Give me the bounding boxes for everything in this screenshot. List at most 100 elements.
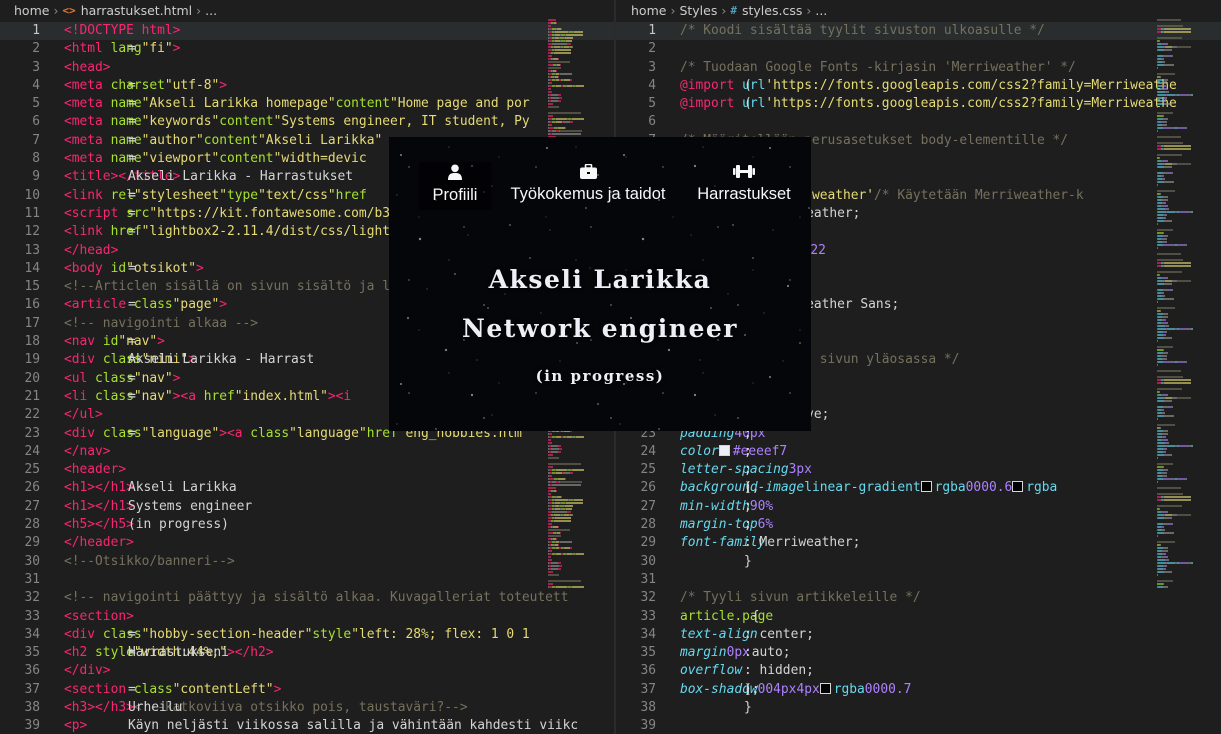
code-line[interactable]: 35 <h2 style = "width:44%;"> Harrastukseni <… [0,644,614,662]
color-swatch-icon[interactable] [1012,481,1024,493]
line-text[interactable]: </header> [64,534,134,552]
code-line[interactable]: 26 <h1> Akseli Larikka </h1> [0,479,614,497]
line-text[interactable]: min-width: 90%; [680,498,773,516]
code-line[interactable]: 4 <meta charset = "utf-8"> [0,77,614,95]
nav-item-harrastukset[interactable]: Harrastukset [691,162,797,204]
code-line[interactable]: 31 [616,571,1221,589]
code-line[interactable]: 30 <!--Otsikko/banneri--> [0,553,614,571]
code-line[interactable]: 32 <!-- navigointi päättyy ja sisältö alk… [0,589,614,607]
code-line[interactable]: 39 [616,717,1221,734]
breadcrumb-item-file[interactable]: # styles.css [730,0,802,22]
code-line[interactable]: 38 <h3> Urheilu </h3> <!--katkoviiva otsik… [0,699,614,717]
line-text[interactable]: <!-- navigointi päättyy ja sisältö alkaa… [64,589,568,607]
code-line[interactable]: 6 [616,113,1221,131]
nav-item-profiili[interactable]: Profiili [419,162,491,210]
code-line[interactable]: 5 @import url('https://fonts.googleapis.c… [616,95,1221,113]
line-text[interactable]: <div class = "nimi"> Akseli Larikka - Harra… [64,351,314,369]
code-line[interactable]: 28 <h5> (in progress) </h5> [0,516,614,534]
line-text[interactable]: </ul> [64,406,103,424]
line-text[interactable]: <h3> Urheilu </h3> <!--katkoviiva otsikko … [64,699,468,717]
line-text[interactable]: overflow: hidden; [680,662,814,680]
code-line[interactable]: 38} [616,699,1221,717]
code-line[interactable]: 32 /* Tyyli sivun artikkeleille */ [616,589,1221,607]
line-text[interactable]: font-family: Merriweather; [680,534,860,552]
line-text[interactable]: /* Koodi sisältää tyylit sivuston ulkoas… [680,22,1045,40]
line-text[interactable]: <html lang = "fi"> [64,40,180,58]
line-text[interactable]: /* Tyyli sivun artikkeleille */ [680,589,921,607]
code-line[interactable]: 2 [616,40,1221,58]
line-text[interactable]: <h2 style = "width:44%;"> Harrastukseni </h2… [64,644,274,662]
line-text[interactable]: color: #eeeef7; [680,443,787,461]
line-text[interactable]: /* Tuodaan Google Fonts -kirjasin 'Merri… [680,59,1076,77]
line-text[interactable]: <head> [64,59,111,77]
line-text[interactable]: margin-top: 6%; [680,516,773,534]
code-line[interactable]: 24 </nav> [0,443,614,461]
line-text[interactable]: <!-- navigointi alkaa --> [64,315,258,333]
code-line[interactable]: 28 margin-top: 6%; [616,516,1221,534]
code-line[interactable]: 2 <html lang = "fi"> [0,40,614,58]
code-line[interactable]: 29 font-family: Merriweather; [616,534,1221,552]
line-text[interactable]: text-align: center; [680,626,814,644]
color-swatch-icon[interactable] [819,682,831,694]
breadcrumb-item-symbol[interactable]: ... [205,0,217,22]
line-text[interactable]: </head> [64,242,118,260]
line-text[interactable]: <nav id = "nav"> [64,333,165,351]
breadcrumb-item-home[interactable]: home [631,0,666,22]
code-line[interactable]: 34 text-align: center; [616,626,1221,644]
line-text[interactable]: <!--Otsikko/banneri--> [64,553,235,571]
line-text[interactable]: <h1> Systems engineer </h1> [64,498,252,516]
line-text[interactable]: <h1> Akseli Larikka </h1> [64,479,237,497]
code-line[interactable]: 31 [0,571,614,589]
line-text[interactable]: <meta name = "author" content = "Akseli Lari… [64,132,382,150]
code-line[interactable]: 30} [616,553,1221,571]
breadcrumb-item-home[interactable]: home [14,0,49,22]
nav-item-tyokokemus[interactable]: Työkokemus ja taidot [505,162,671,204]
code-line[interactable]: 4 @import url('https://fonts.googleapis.c… [616,77,1221,95]
line-text[interactable]: <meta charset = "utf-8"> [64,77,227,95]
line-text[interactable]: <script src = "https://kit.fontawesome.com… [64,205,398,223]
line-text[interactable]: <!--Articlen sisällä on sivun sisältö ja… [64,278,405,296]
code-line[interactable]: 6 <meta name = "keywords" content = "Systems… [0,113,614,131]
code-line[interactable]: 37 box-shadow: 0 0 4px 4px rgba(0, 0, 0, 0.… [616,681,1221,699]
color-swatch-icon[interactable] [718,444,730,456]
line-text[interactable]: <meta name = "viewport" content = "width=dev… [64,150,367,168]
code-line[interactable]: 24 color: #eeeef7; [616,443,1221,461]
line-text[interactable]: <meta name = "Akseli Larikka homepage" con… [64,95,530,113]
breadcrumb-item-styles[interactable]: Styles [679,0,717,22]
line-text[interactable]: <div class = "hobby-section-header" style =… [64,626,530,644]
minimap[interactable] [1157,18,1221,618]
color-swatch-icon[interactable] [920,481,932,493]
code-line[interactable]: 33 <section> [0,608,614,626]
line-text[interactable]: </nav> [64,443,111,461]
code-line[interactable]: 35 margin: 0px auto; [616,644,1221,662]
line-text[interactable]: article.page { [680,608,773,626]
code-line[interactable]: 5 <meta name = "Akseli Larikka homepage" c… [0,95,614,113]
line-text[interactable]: box-shadow: 0 0 4px 4px rgba(0, 0, 0, 0.7); [680,681,911,699]
code-line[interactable]: 29 </header> [0,534,614,552]
code-line[interactable]: 3 <head> [0,59,614,77]
code-line[interactable]: 39 <p> Käyn neljästi viikossa salilla ja … [0,717,614,734]
code-line[interactable]: 36 </div> [0,662,614,680]
code-line[interactable]: 27 <h1> Systems engineer </h1> [0,498,614,516]
code-line[interactable]: 3 /* Tuodaan Google Fonts -kirjasin 'Merr… [616,59,1221,77]
code-line[interactable]: 33 article.page { [616,608,1221,626]
line-text[interactable]: <!DOCTYPE html> [64,22,180,40]
line-text[interactable]: <link href = "lightbox2-2.11.4/dist/css/li… [64,223,398,241]
line-text[interactable]: letter-spacing: 3px; [680,461,812,479]
code-line[interactable]: 26 background-image: linear-gradient(rgb… [616,479,1221,497]
breadcrumb-item-file[interactable]: <> harrastukset.html [62,0,192,22]
line-text[interactable]: <h5> (in progress) </h5> [64,516,229,534]
code-line[interactable]: 34 <div class = "hobby-section-header" sty… [0,626,614,644]
line-text[interactable]: <p> Käyn neljästi viikossa salilla ja väh… [64,717,578,734]
line-text[interactable]: <section> [64,608,134,626]
code-line[interactable]: 27 min-width: 90%; [616,498,1221,516]
line-text[interactable]: <body id = "otsikot"> [64,260,204,278]
line-text[interactable]: <header> [64,461,126,479]
line-text[interactable]: @import url('https://fonts.googleapis.co… [680,95,1177,113]
code-line[interactable]: 1 <!DOCTYPE html> [0,22,614,41]
line-text[interactable]: <article class = "page"> [64,296,227,314]
code-line[interactable]: 25 letter-spacing: 3px; [616,461,1221,479]
line-text[interactable]: <li class = "nav"><a href = "index.html"><i [64,388,351,406]
line-text[interactable]: <title> Akseli Larikka - Harrastukset </ti… [64,168,353,186]
line-text[interactable]: <section class = "contentLeft"> [64,681,281,699]
